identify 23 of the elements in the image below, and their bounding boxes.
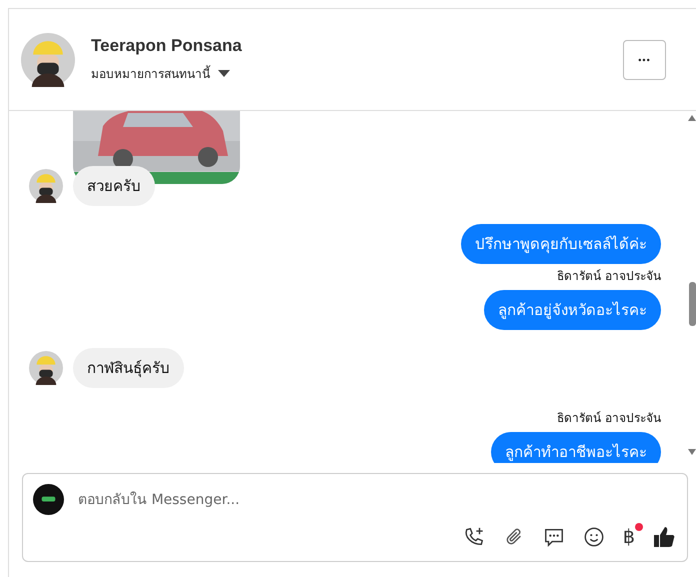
more-options-button[interactable]: ••• <box>623 40 666 80</box>
scroll-down-arrow-icon[interactable] <box>688 449 696 455</box>
page-logo-icon <box>33 484 64 515</box>
sender-name: ธิดารัตน์ อาจประจัน <box>557 410 661 427</box>
outgoing-message: ปรึกษาพูดคุยกับเซลล์ได้ค่ะ <box>461 224 661 264</box>
payment-button[interactable]: ฿ <box>622 526 635 548</box>
avatar-icon <box>29 169 63 203</box>
avatar-icon <box>21 32 75 86</box>
chat-bubble-icon[interactable] <box>542 526 565 548</box>
outgoing-message: ลูกค้าทำอาชีพอะไรคะ <box>491 432 661 463</box>
smiley-icon[interactable] <box>582 526 605 548</box>
caret-icon <box>218 70 230 77</box>
avatar-icon <box>29 351 63 385</box>
sender-name: ธิดารัตน์ อาจประจัน <box>557 268 661 285</box>
scroll-up-arrow-icon[interactable] <box>688 115 696 121</box>
thumbs-up-icon[interactable] <box>653 525 677 549</box>
incoming-message: สวยครับ <box>73 166 155 206</box>
assign-conversation-dropdown[interactable]: มอบหมายการสนทนานี้ <box>91 64 230 83</box>
scrollbar-thumb[interactable] <box>689 282 696 326</box>
outgoing-message: ลูกค้าอยู่จังหวัดอะไรคะ <box>484 290 661 330</box>
phone-plus-icon[interactable] <box>462 526 485 548</box>
contact-name: Teerapon Ponsana <box>91 36 243 56</box>
incoming-message: กาฬสินธุ์ครับ <box>73 348 184 388</box>
